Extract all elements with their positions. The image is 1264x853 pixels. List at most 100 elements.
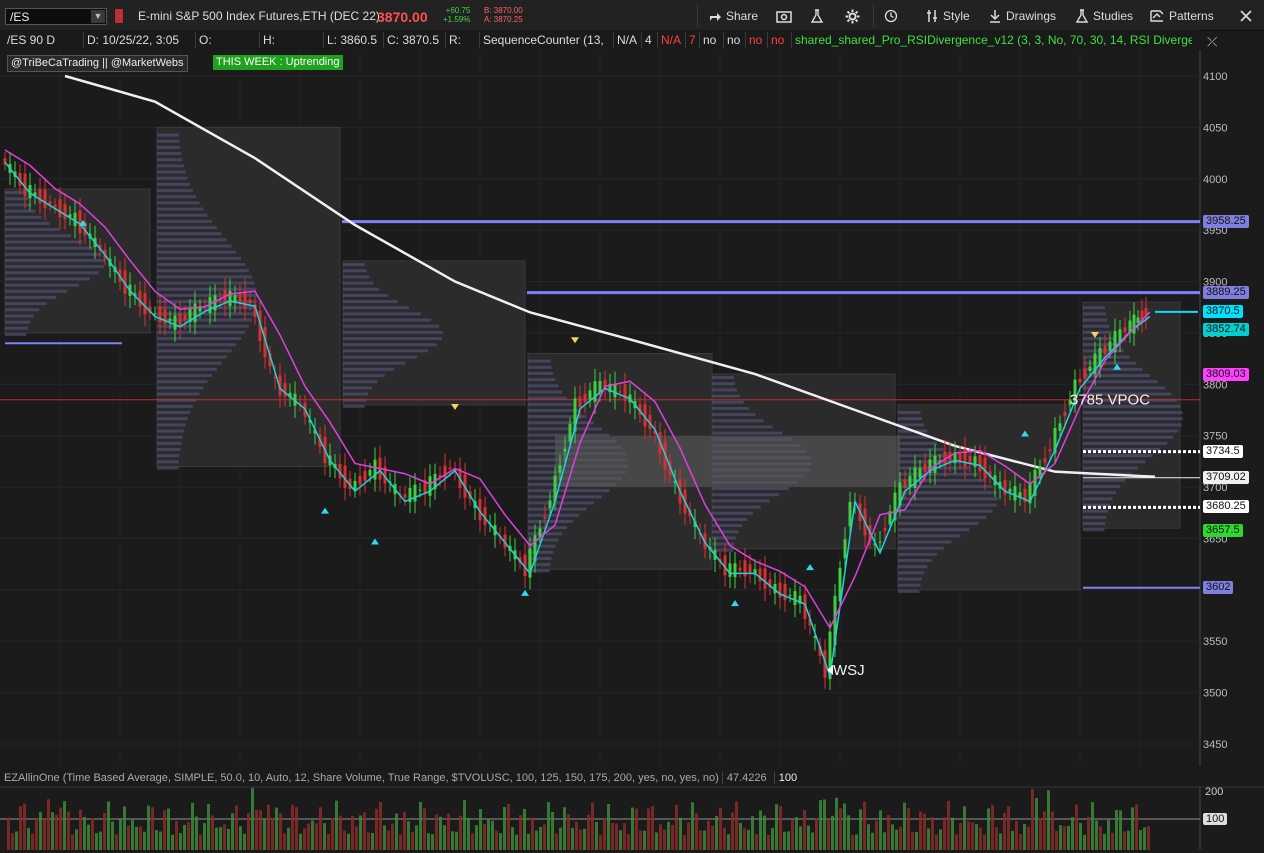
volume-bar — [559, 827, 562, 850]
close-button[interactable] — [1240, 7, 1252, 25]
symbol-dropdown-icon[interactable]: ▼ — [91, 10, 105, 23]
volume-bar — [1071, 817, 1074, 850]
volume-bar — [815, 818, 818, 850]
volume-bar — [567, 814, 570, 850]
flask-button[interactable] — [810, 7, 824, 25]
profile-bar — [1083, 485, 1121, 489]
style-button[interactable]: Style — [925, 7, 970, 25]
price-change: +60.75 +1.59% — [443, 6, 470, 24]
volume-bar — [1063, 826, 1066, 850]
candle-body — [73, 212, 77, 227]
volume-bar — [707, 820, 710, 850]
profile-bar — [343, 380, 378, 384]
volume-bar — [1123, 831, 1126, 850]
candle-body — [1013, 486, 1017, 501]
candle-body — [193, 303, 197, 323]
candle-body — [413, 484, 417, 502]
volume-bar — [1083, 834, 1086, 850]
volume-bar — [303, 828, 306, 850]
price-tag: 3870.5 — [1203, 304, 1243, 318]
profile-bar — [898, 534, 961, 538]
volume-bar — [383, 825, 386, 850]
style-icon — [927, 10, 937, 22]
volume-bar — [199, 834, 202, 850]
lower-study-title[interactable]: EZAllinOne (Time Based Average, SIMPLE, … — [4, 772, 719, 784]
candle-body — [578, 396, 582, 408]
volume-bar — [923, 813, 926, 850]
volume-bar — [631, 807, 634, 850]
volume-bar — [903, 802, 906, 850]
volume-bar — [1015, 820, 1018, 850]
candle-body — [848, 501, 852, 527]
profile-bar — [157, 374, 213, 378]
candle-body — [788, 595, 792, 597]
volume-bar — [1143, 827, 1146, 850]
volume-bar — [375, 808, 378, 850]
price-tag: 3889.25 — [1203, 285, 1249, 299]
volume-bar — [755, 834, 758, 850]
profile-bar — [898, 515, 987, 519]
seq-counter[interactable]: SequenceCounter (13, 9) — [480, 32, 614, 63]
volume-bar — [639, 830, 642, 850]
share-button[interactable]: Share — [708, 7, 758, 25]
rsi-divergence-study[interactable]: shared_shared_Pro_RSIDivergence_v12 (3, … — [792, 32, 1192, 48]
y-tick-label: 3700 — [1203, 482, 1227, 494]
volume-bar — [63, 801, 66, 850]
studies-button[interactable]: Studies — [1075, 7, 1133, 25]
settings-button[interactable] — [845, 7, 860, 25]
candle-body — [1058, 423, 1062, 431]
price-tag: 3734.5 — [1203, 444, 1243, 458]
volume-bar — [1043, 811, 1046, 850]
profile-bar — [898, 571, 925, 575]
volume-bar — [875, 820, 878, 850]
profile-bar — [157, 207, 204, 211]
volume-bar — [767, 834, 770, 850]
profile-bar — [157, 411, 191, 415]
y-tick-label: 3800 — [1203, 379, 1227, 391]
volume-bar — [563, 807, 566, 850]
profile-bar — [157, 435, 183, 439]
candle-body — [1048, 449, 1052, 452]
candle-body — [403, 494, 407, 498]
volume-bar — [339, 815, 342, 850]
volume-bar — [411, 832, 414, 850]
flag-icon[interactable] — [115, 9, 123, 23]
chart-info[interactable]: /ES 90 D 65m — [4, 32, 84, 63]
volume-bar — [791, 819, 794, 850]
volume-bar — [107, 801, 110, 850]
profile-bar — [1083, 460, 1146, 464]
volume-bar — [479, 809, 482, 850]
price-chart[interactable]: 4100405040003950390038503800375037003650… — [0, 50, 1264, 766]
patterns-icon — [1150, 10, 1164, 22]
volume-bar — [343, 830, 346, 850]
volume-bar — [779, 805, 782, 850]
profile-bar — [343, 281, 374, 285]
change-pct: +1.59% — [443, 15, 471, 24]
volume-bar — [731, 812, 734, 850]
symbol-input[interactable]: /ES ▼ — [5, 8, 107, 25]
snapshot-button[interactable] — [776, 7, 792, 25]
profile-bar — [343, 318, 432, 322]
volume-bar — [983, 834, 986, 850]
candle-body — [163, 309, 167, 325]
change-value: +60.75 — [445, 6, 471, 15]
bid-value: B: 3870.00 — [484, 6, 523, 15]
profile-bar — [5, 221, 50, 225]
collapse-icon[interactable]: ⤫ — [1207, 34, 1217, 50]
volume-bar — [1051, 811, 1054, 850]
drawings-button[interactable]: Drawings — [988, 7, 1056, 25]
volume-bar — [679, 817, 682, 850]
volume-bar — [687, 822, 690, 850]
profile-bar — [157, 244, 232, 248]
profile-bar — [712, 376, 734, 380]
patterns-button[interactable]: Patterns — [1150, 7, 1214, 25]
volume-bar — [191, 802, 194, 850]
profile-bar — [528, 513, 580, 517]
clock-button[interactable] — [884, 7, 898, 25]
volume-bar — [151, 807, 154, 850]
profile-bar — [157, 189, 193, 193]
volume-bar — [1091, 802, 1094, 850]
volume-bar — [891, 824, 894, 850]
volume-bar — [627, 834, 630, 850]
lower-study-panel[interactable]: EZAllinOne (Time Based Average, SIMPLE, … — [0, 770, 1264, 850]
